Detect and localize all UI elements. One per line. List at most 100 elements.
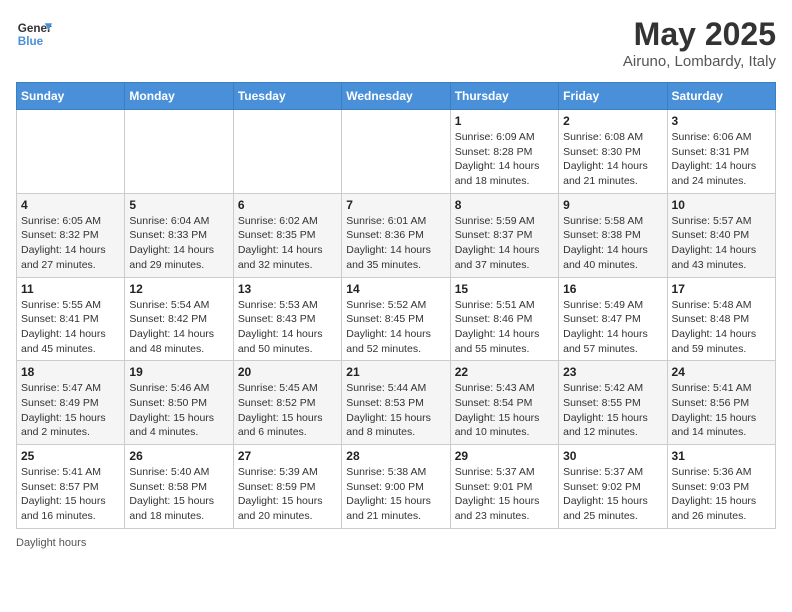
day-info: Sunrise: 5:44 AMSunset: 8:53 PMDaylight:… [346,381,445,440]
day-number: 20 [238,365,337,379]
day-info: Sunrise: 5:55 AMSunset: 8:41 PMDaylight:… [21,298,120,357]
day-info: Sunrise: 5:57 AMSunset: 8:40 PMDaylight:… [672,214,771,273]
day-info: Sunrise: 5:47 AMSunset: 8:49 PMDaylight:… [21,381,120,440]
calendar-cell: 28 Sunrise: 5:38 AMSunset: 9:00 PMDayligh… [342,445,450,529]
day-number: 27 [238,449,337,463]
calendar-cell: 27Sunrise: 5:39 AMSunset: 8:59 PMDayligh… [233,445,341,529]
day-number: 11 [21,282,120,296]
calendar-cell: 18 Sunrise: 5:47 AMSunset: 8:49 PMDayligh… [17,361,125,445]
day-info: Sunrise: 5:40 AMSunset: 8:58 PMDaylight:… [129,465,228,524]
calendar-week-row: 25Sunrise: 5:41 AMSunset: 8:57 PMDayligh… [17,445,776,529]
day-number: 2 [563,114,662,128]
calendar-cell: 31 Sunrise: 5:36 AMSunset: 9:03 PMDayligh… [667,445,775,529]
calendar-subtitle: Airuno, Lombardy, Italy [623,53,776,70]
calendar-cell: 3Sunrise: 6:06 AMSunset: 8:31 PMDaylight… [667,110,775,194]
weekday-header: Tuesday [233,83,341,110]
day-number: 16 [563,282,662,296]
day-number: 18 [21,365,120,379]
day-number: 17 [672,282,771,296]
calendar-cell [125,110,233,194]
day-number: 6 [238,198,337,212]
calendar-cell: 6 Sunrise: 6:02 AMSunset: 8:35 PMDaylight… [233,193,341,277]
title-block: May 2025 Airuno, Lombardy, Italy [623,16,776,70]
weekday-header: Sunday [17,83,125,110]
day-number: 26 [129,449,228,463]
calendar-cell: 16 Sunrise: 5:49 AMSunset: 8:47 PMDayligh… [559,277,667,361]
calendar-week-row: 4 Sunrise: 6:05 AMSunset: 8:32 PMDaylight… [17,193,776,277]
calendar-cell: 30Sunrise: 5:37 AMSunset: 9:02 PMDayligh… [559,445,667,529]
day-info: Sunrise: 5:36 AMSunset: 9:03 PMDaylight:… [672,465,771,524]
calendar-header-row: SundayMondayTuesdayWednesdayThursdayFrid… [17,83,776,110]
svg-text:Blue: Blue [18,35,44,48]
day-number: 7 [346,198,445,212]
day-info: Sunrise: 6:04 AMSunset: 8:33 PMDaylight:… [129,214,228,273]
calendar-cell: 21 Sunrise: 5:44 AMSunset: 8:53 PMDayligh… [342,361,450,445]
day-info: Sunrise: 6:09 AMSunset: 8:28 PMDaylight:… [455,130,554,189]
day-number: 1 [455,114,554,128]
calendar-cell: 7 Sunrise: 6:01 AMSunset: 8:36 PMDaylight… [342,193,450,277]
calendar-cell: 9Sunrise: 5:58 AMSunset: 8:38 PMDaylight… [559,193,667,277]
calendar-week-row: 18 Sunrise: 5:47 AMSunset: 8:49 PMDayligh… [17,361,776,445]
day-info: Sunrise: 5:54 AMSunset: 8:42 PMDaylight:… [129,298,228,357]
day-info: Sunrise: 6:06 AMSunset: 8:31 PMDaylight:… [672,130,771,189]
day-info: Sunrise: 5:46 AMSunset: 8:50 PMDaylight:… [129,381,228,440]
day-number: 31 [672,449,771,463]
calendar-cell: 13 Sunrise: 5:53 AMSunset: 8:43 PMDayligh… [233,277,341,361]
day-number: 14 [346,282,445,296]
page-header: General Blue May 2025 Airuno, Lombardy, … [16,16,776,70]
day-info: Sunrise: 5:41 AMSunset: 8:57 PMDaylight:… [21,465,120,524]
day-info: Sunrise: 6:01 AMSunset: 8:36 PMDaylight:… [346,214,445,273]
day-info: Sunrise: 5:45 AMSunset: 8:52 PMDaylight:… [238,381,337,440]
day-info: Sunrise: 5:41 AMSunset: 8:56 PMDaylight:… [672,381,771,440]
day-info: Sunrise: 5:37 AMSunset: 9:01 PMDaylight:… [455,465,554,524]
day-info: Sunrise: 5:48 AMSunset: 8:48 PMDaylight:… [672,298,771,357]
calendar-cell: 11 Sunrise: 5:55 AMSunset: 8:41 PMDayligh… [17,277,125,361]
calendar-cell: 14 Sunrise: 5:52 AMSunset: 8:45 PMDayligh… [342,277,450,361]
day-number: 22 [455,365,554,379]
day-info: Sunrise: 5:49 AMSunset: 8:47 PMDaylight:… [563,298,662,357]
calendar-cell: 5 Sunrise: 6:04 AMSunset: 8:33 PMDaylight… [125,193,233,277]
day-number: 28 [346,449,445,463]
calendar-week-row: 1 Sunrise: 6:09 AMSunset: 8:28 PMDaylight… [17,110,776,194]
day-number: 4 [21,198,120,212]
day-number: 15 [455,282,554,296]
calendar-cell: 12 Sunrise: 5:54 AMSunset: 8:42 PMDayligh… [125,277,233,361]
calendar-cell: 17 Sunrise: 5:48 AMSunset: 8:48 PMDayligh… [667,277,775,361]
day-number: 21 [346,365,445,379]
calendar-cell [342,110,450,194]
logo: General Blue [16,16,52,52]
calendar-cell: 25Sunrise: 5:41 AMSunset: 8:57 PMDayligh… [17,445,125,529]
day-number: 8 [455,198,554,212]
weekday-header: Thursday [450,83,558,110]
calendar-cell: 23 Sunrise: 5:42 AMSunset: 8:55 PMDayligh… [559,361,667,445]
calendar-cell: 20 Sunrise: 5:45 AMSunset: 8:52 PMDayligh… [233,361,341,445]
weekday-header: Monday [125,83,233,110]
logo-icon: General Blue [16,16,52,52]
calendar-cell: 29Sunrise: 5:37 AMSunset: 9:01 PMDayligh… [450,445,558,529]
calendar-cell: 15 Sunrise: 5:51 AMSunset: 8:46 PMDayligh… [450,277,558,361]
day-info: Sunrise: 5:53 AMSunset: 8:43 PMDaylight:… [238,298,337,357]
day-number: 10 [672,198,771,212]
day-info: Sunrise: 6:02 AMSunset: 8:35 PMDaylight:… [238,214,337,273]
day-number: 9 [563,198,662,212]
calendar-cell: 1 Sunrise: 6:09 AMSunset: 8:28 PMDaylight… [450,110,558,194]
day-number: 5 [129,198,228,212]
day-number: 24 [672,365,771,379]
day-number: 13 [238,282,337,296]
day-info: Sunrise: 6:08 AMSunset: 8:30 PMDaylight:… [563,130,662,189]
day-info: Sunrise: 5:42 AMSunset: 8:55 PMDaylight:… [563,381,662,440]
calendar-cell: 24 Sunrise: 5:41 AMSunset: 8:56 PMDayligh… [667,361,775,445]
day-info: Sunrise: 5:59 AMSunset: 8:37 PMDaylight:… [455,214,554,273]
calendar-cell: 8 Sunrise: 5:59 AMSunset: 8:37 PMDaylight… [450,193,558,277]
day-info: Sunrise: 5:51 AMSunset: 8:46 PMDaylight:… [455,298,554,357]
calendar-cell: 4 Sunrise: 6:05 AMSunset: 8:32 PMDaylight… [17,193,125,277]
day-info: Sunrise: 6:05 AMSunset: 8:32 PMDaylight:… [21,214,120,273]
day-number: 30 [563,449,662,463]
day-info: Sunrise: 5:52 AMSunset: 8:45 PMDaylight:… [346,298,445,357]
day-number: 12 [129,282,228,296]
day-number: 19 [129,365,228,379]
day-info: Sunrise: 5:38 AMSunset: 9:00 PMDaylight:… [346,465,445,524]
weekday-header: Saturday [667,83,775,110]
day-info: Sunrise: 5:43 AMSunset: 8:54 PMDaylight:… [455,381,554,440]
day-number: 23 [563,365,662,379]
